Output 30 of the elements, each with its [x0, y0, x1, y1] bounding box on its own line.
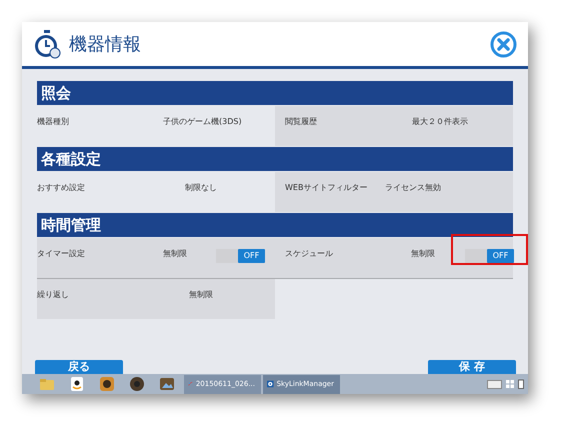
field-value: 無制限: [411, 248, 435, 260]
field-label: 繰り返し: [37, 289, 69, 301]
stopwatch-icon: [33, 29, 61, 59]
windows-icon[interactable]: [506, 380, 514, 388]
field-value: 制限なし: [185, 182, 217, 194]
field-label: 閲覧履歴: [285, 116, 317, 128]
field-label: 機器種別: [37, 116, 69, 128]
keyboard-icon[interactable]: [487, 380, 502, 388]
section-header: 時間管理: [37, 213, 513, 237]
field-value: ライセンス無効: [385, 182, 441, 194]
battery-icon: [518, 379, 524, 389]
save-button[interactable]: 保 存: [428, 360, 516, 374]
camera-icon[interactable]: [99, 376, 115, 392]
toggle-switch[interactable]: OFF: [216, 249, 265, 263]
field-value: 無制限: [163, 248, 187, 260]
field-label: タイマー設定: [37, 248, 85, 260]
toggle-switch[interactable]: OFF: [465, 249, 514, 263]
section-header: 各種設定: [37, 147, 513, 171]
field-label: スケジュール: [285, 248, 333, 260]
field-value: 無制限: [189, 289, 213, 301]
back-button[interactable]: 戻る: [35, 360, 123, 374]
speaker-icon[interactable]: [129, 376, 145, 392]
window-title: 機器情報: [69, 32, 141, 56]
field-value: 子供のゲーム機(3DS): [163, 116, 242, 128]
field-value: 最大２０件表示: [412, 116, 468, 128]
photo-icon[interactable]: [159, 376, 175, 392]
close-icon[interactable]: [490, 30, 517, 58]
field-label: おすすめ設定: [37, 182, 85, 194]
field-label: WEBサイトフィルター: [285, 182, 368, 194]
section-header: 照会: [37, 81, 513, 105]
